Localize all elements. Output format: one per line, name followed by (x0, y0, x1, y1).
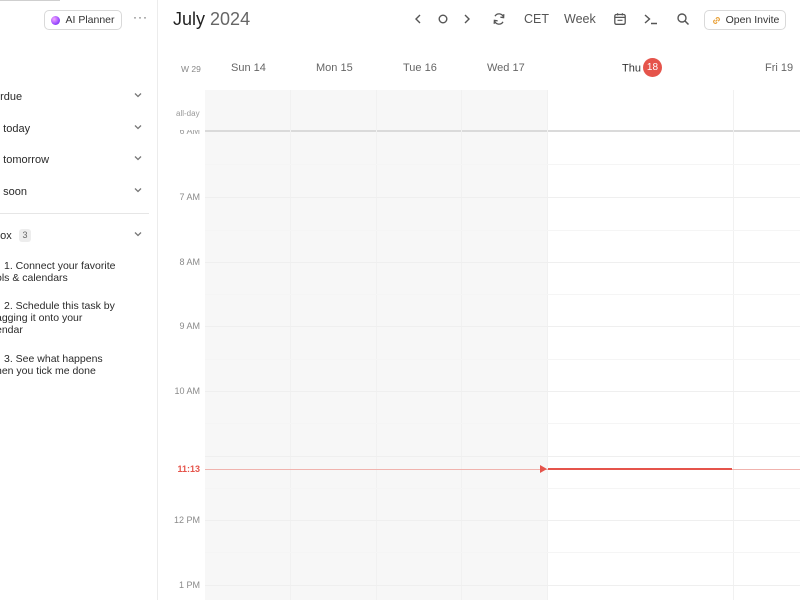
day-column-line (547, 90, 548, 600)
time-label: 7 AM (179, 192, 200, 202)
top-hairline (0, 0, 60, 1)
section-label: e soon (0, 186, 28, 198)
more-options-button[interactable]: ··· (133, 11, 147, 27)
current-time-marker (540, 465, 547, 473)
month-title[interactable]: July 2024 (173, 9, 250, 30)
inbox-count-badge: 3 (19, 229, 31, 242)
section-due-soon[interactable]: e soon (0, 183, 150, 201)
command-button[interactable] (643, 11, 659, 27)
calendar-button[interactable] (612, 11, 628, 27)
time-label: 8 AM (179, 257, 200, 267)
chevron-down-icon[interactable] (133, 229, 143, 239)
grid-line (205, 488, 800, 489)
search-icon (677, 13, 690, 26)
next-week-button[interactable] (459, 11, 475, 27)
grid-line (205, 423, 800, 424)
task-line: agging it onto your (0, 312, 83, 324)
time-label: 12 PM (173, 515, 200, 525)
sidebar-divider (0, 213, 149, 214)
today-date-badge: 18 (642, 58, 662, 77)
day-header-tue[interactable]: Tue 16 (403, 62, 437, 74)
task-line: ols & calendars (0, 272, 68, 284)
ai-planner-label: AI Planner (65, 14, 115, 26)
day-column-line (733, 90, 734, 600)
open-invite-label: Open Invite (725, 14, 780, 26)
chevron-down-icon[interactable] (133, 185, 143, 195)
grid-line (205, 359, 800, 360)
day-header-wed[interactable]: Wed 17 (487, 62, 525, 74)
day-header-sun[interactable]: Sun 14 (231, 62, 266, 74)
grid-line (205, 520, 800, 521)
day-column-line (461, 90, 462, 600)
grid-line (205, 391, 800, 392)
day-name: Thu (622, 62, 641, 75)
sync-button[interactable] (491, 11, 507, 27)
timezone-button[interactable]: CET (524, 12, 549, 26)
open-invite-button[interactable]: Open Invite (704, 10, 786, 30)
search-button[interactable] (675, 11, 691, 27)
year: 2024 (210, 9, 251, 29)
grid-line (205, 552, 800, 553)
link-icon (712, 16, 720, 24)
grid-line (205, 262, 800, 263)
grid-line (205, 230, 800, 231)
section-due-tomorrow[interactable]: e tomorrow (0, 151, 150, 169)
day-column-line (376, 90, 377, 600)
all-day-label: all-day (176, 109, 200, 118)
day-header-mon[interactable]: Mon 15 (316, 62, 353, 74)
section-due-today[interactable]: e today (0, 120, 150, 138)
grid-line (205, 585, 800, 586)
grid-line (205, 294, 800, 295)
chevron-down-icon[interactable] (133, 90, 143, 100)
task-line: hen you tick me done (0, 365, 96, 377)
current-time-label: 11:13 (177, 464, 200, 474)
time-label: 10 AM (174, 386, 200, 396)
section-label: e tomorrow (0, 154, 50, 166)
view-selector[interactable]: Week (564, 12, 596, 26)
chevron-right-icon (464, 14, 470, 24)
time-label: 9 AM (179, 321, 200, 331)
sync-icon (493, 13, 505, 25)
task-line: endar (0, 324, 23, 336)
section-label: e today (0, 123, 31, 135)
task-line: 2. Schedule this task by (4, 300, 115, 312)
previous-week-button[interactable] (410, 11, 426, 27)
ai-planner-button[interactable]: AI Planner (44, 10, 122, 30)
inbox-task[interactable]: 3. See what happens hen you tick me done (0, 353, 146, 377)
sidebar: AI Planner ··· erdue e today e tomorrow … (0, 0, 158, 600)
chevron-down-icon[interactable] (133, 153, 143, 163)
circle-icon (438, 14, 448, 24)
month-name: July (173, 9, 206, 29)
sparkle-icon (51, 15, 61, 25)
terminal-icon (644, 14, 657, 25)
day-header-thu[interactable]: Thu 18 (622, 58, 662, 78)
day-column-line (290, 90, 291, 600)
week-number: W 29 (181, 64, 201, 74)
today-button[interactable] (435, 11, 451, 27)
time-label-clipped: 6 AM (179, 130, 200, 136)
chevron-left-icon (415, 14, 421, 24)
calendar-icon (614, 13, 626, 25)
task-line: 3. See what happens (4, 353, 103, 365)
inbox-label: box (0, 230, 12, 242)
inbox-task[interactable]: 2. Schedule this task by agging it onto … (0, 300, 146, 336)
section-inbox[interactable]: box 3 (0, 227, 150, 245)
current-time-line-today (548, 468, 732, 470)
grid-line (205, 326, 800, 327)
day-header-fri[interactable]: Fri 19 (765, 62, 793, 74)
grid-line (205, 197, 800, 198)
inbox-task[interactable]: 1. Connect your favorite ols & calendars (0, 260, 146, 284)
time-label: 1 PM (178, 580, 200, 590)
all-day-separator (205, 130, 800, 132)
task-line: 1. Connect your favorite (4, 260, 116, 272)
section-label: erdue (0, 91, 23, 103)
section-overdue[interactable]: erdue (0, 88, 150, 106)
grid-line (205, 164, 800, 165)
chevron-down-icon[interactable] (133, 122, 143, 132)
grid-line (205, 456, 800, 457)
